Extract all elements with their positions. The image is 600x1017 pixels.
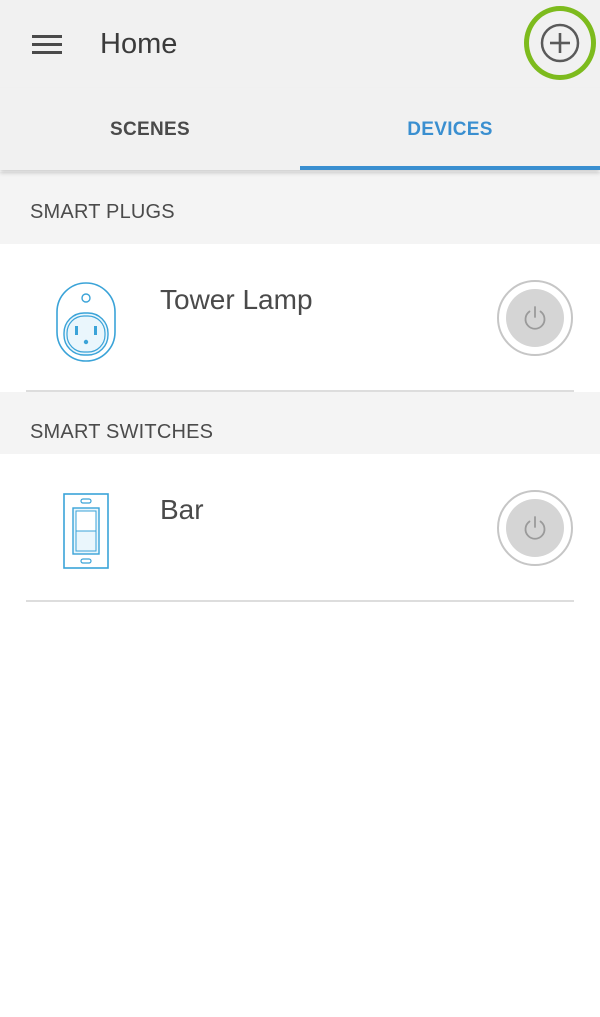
device-row-bar[interactable]: Bar [0, 454, 600, 602]
add-circle-icon [540, 23, 580, 63]
smart-plug-icon [52, 280, 122, 366]
power-icon [524, 516, 546, 540]
app-screen: Home SCENES DEVICES SMART PLUGS Tower La… [0, 0, 600, 1017]
power-icon [524, 306, 546, 330]
light-switch-icon [52, 490, 122, 576]
section-header-smart-plugs: SMART PLUGS [0, 172, 600, 244]
page-title: Home [100, 28, 178, 60]
device-name: Bar [160, 494, 204, 525]
tab-bar: SCENES DEVICES [0, 88, 600, 170]
row-divider [26, 600, 574, 602]
active-tab-indicator [300, 166, 600, 170]
device-row-tower-lamp[interactable]: Tower Lamp [0, 244, 600, 392]
add-device-button[interactable] [524, 6, 596, 80]
app-bar: Home [0, 0, 600, 88]
tab-scenes[interactable]: SCENES [0, 88, 300, 170]
power-button[interactable] [497, 280, 573, 356]
device-name: Tower Lamp [160, 284, 313, 315]
tab-devices[interactable]: DEVICES [300, 88, 600, 170]
hamburger-menu-icon[interactable] [24, 24, 70, 64]
power-button[interactable] [497, 490, 573, 566]
